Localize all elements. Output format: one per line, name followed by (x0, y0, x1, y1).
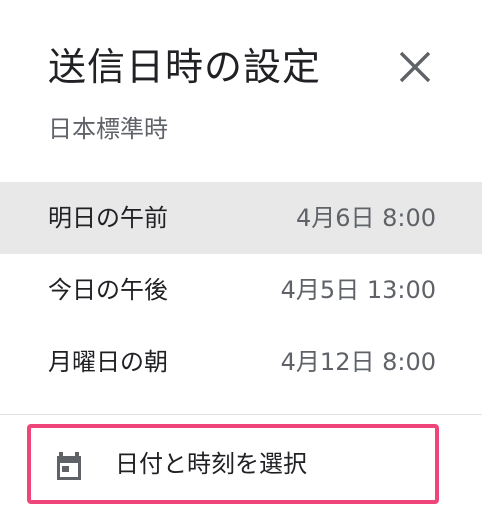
option-label: 明日の午前 (48, 204, 168, 232)
pick-date-time-button[interactable]: 日付と時刻を選択 (27, 424, 439, 504)
option-label: 月曜日の朝 (48, 348, 168, 376)
option-monday-morning[interactable]: 月曜日の朝 4月12日 8:00 (0, 326, 482, 398)
close-icon (399, 51, 431, 83)
divider (0, 414, 482, 415)
option-time: 4月5日 13:00 (280, 276, 436, 304)
dialog-header: 送信日時の設定 日本標準時 (0, 0, 482, 160)
dialog-title: 送信日時の設定 (48, 45, 322, 89)
calendar-icon (57, 452, 81, 480)
close-button[interactable] (392, 44, 438, 90)
option-this-afternoon[interactable]: 今日の午後 4月5日 13:00 (0, 254, 482, 326)
option-time: 4月6日 8:00 (295, 204, 436, 232)
option-tomorrow-morning[interactable]: 明日の午前 4月6日 8:00 (0, 182, 482, 254)
schedule-options: 明日の午前 4月6日 8:00 今日の午後 4月5日 13:00 月曜日の朝 4… (0, 182, 482, 398)
timezone-label: 日本標準時 (48, 115, 168, 143)
option-time: 4月12日 8:00 (280, 348, 436, 376)
pick-date-time-label: 日付と時刻を選択 (115, 450, 307, 478)
option-label: 今日の午後 (48, 276, 168, 304)
